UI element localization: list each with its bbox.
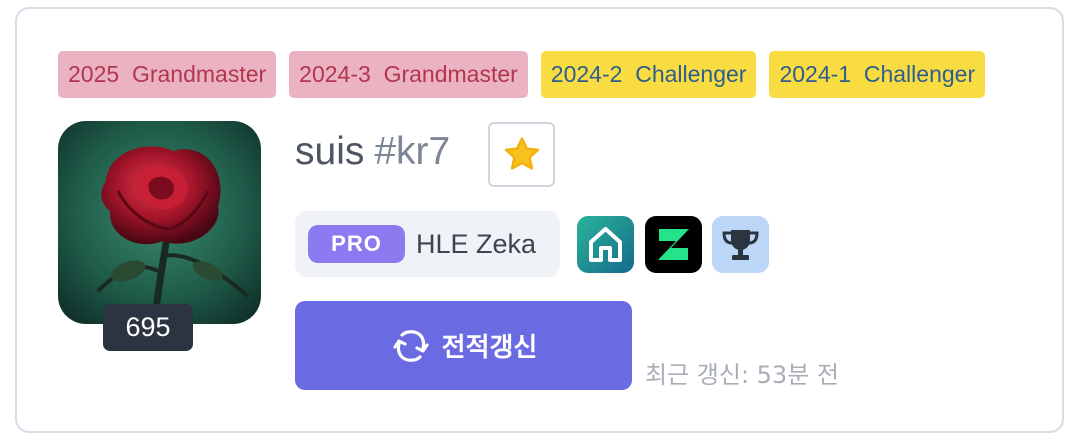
past-tier-badge: 2024-1 Challenger bbox=[769, 51, 986, 98]
past-tier-badge: 2025 Grandmaster bbox=[58, 51, 277, 98]
rose-profile-icon bbox=[58, 121, 261, 324]
pro-player-name: HLE Zeka bbox=[416, 229, 537, 259]
favorite-button[interactable] bbox=[488, 122, 555, 187]
tier-name: Grandmaster bbox=[383, 61, 518, 87]
tag-line: #kr7 bbox=[374, 130, 451, 173]
summoner-name: suis #kr7 bbox=[295, 124, 450, 180]
tier-season: 2024-1 bbox=[779, 61, 852, 87]
past-tier-list: 2025 Grandmaster 2024-3 Grandmaster 2024-2… bbox=[58, 51, 1022, 99]
game-name: suis bbox=[295, 130, 365, 173]
refresh-icon bbox=[393, 329, 429, 362]
tier-name: Challenger bbox=[635, 61, 747, 87]
home-icon[interactable] bbox=[577, 216, 634, 273]
past-tier-badge: 2024-2 Challenger bbox=[540, 51, 757, 98]
summoner-level: 695 bbox=[103, 304, 193, 351]
tier-season: 2025 bbox=[68, 61, 120, 87]
tier-name: Challenger bbox=[863, 61, 976, 87]
past-tier-badge: 2024-3 Grandmaster bbox=[289, 51, 528, 98]
refresh-button[interactable]: 전적갱신 bbox=[295, 301, 632, 390]
tier-season: 2024-2 bbox=[550, 61, 623, 87]
tier-name: Grandmaster bbox=[131, 61, 267, 87]
trophy-icon[interactable] bbox=[712, 216, 769, 273]
refresh-label: 전적갱신 bbox=[441, 333, 538, 363]
last-updated-text: 최근 갱신: 53분 전 bbox=[645, 361, 839, 389]
star-icon bbox=[504, 136, 539, 170]
pro-badge: PRO bbox=[308, 225, 405, 263]
pro-player-info[interactable]: PRO HLE Zeka bbox=[295, 211, 560, 277]
tier-season: 2024-3 bbox=[299, 61, 371, 87]
z-logo-icon[interactable] bbox=[645, 216, 702, 273]
